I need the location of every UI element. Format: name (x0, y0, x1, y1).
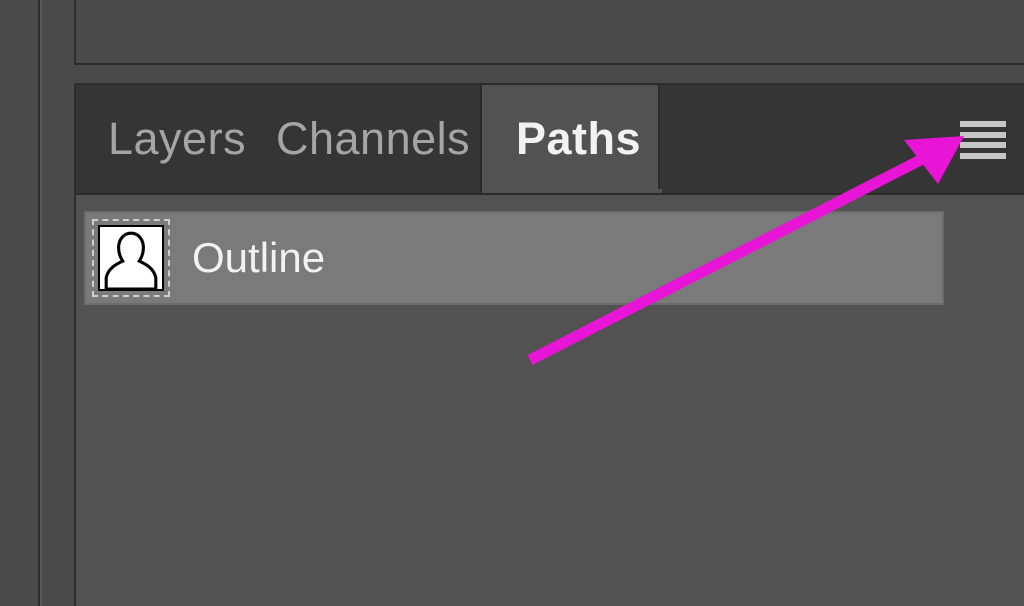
panel-tab-strip: Layers Channels Paths (76, 85, 1024, 195)
path-thumbnail[interactable] (92, 219, 170, 297)
layers-channels-paths-panel: Layers Channels Paths Outline (74, 83, 1024, 606)
path-name-label: Outline (192, 234, 325, 282)
hamburger-icon (960, 121, 1006, 127)
hamburger-icon (960, 153, 1006, 159)
panel-flyout-menu-button[interactable] (960, 121, 1006, 159)
tab-channels[interactable]: Channels (244, 85, 480, 193)
silhouette-icon (98, 225, 164, 291)
hamburger-icon (960, 142, 1006, 148)
paths-panel-body: Outline (76, 195, 1024, 606)
hamburger-icon (960, 132, 1006, 138)
upper-collapsed-panel (74, 0, 1024, 65)
tab-layers[interactable]: Layers (76, 85, 244, 193)
dock-strip (0, 0, 40, 606)
path-row[interactable]: Outline (84, 211, 944, 305)
tab-paths[interactable]: Paths (480, 83, 660, 191)
panel-gap (42, 65, 1024, 83)
